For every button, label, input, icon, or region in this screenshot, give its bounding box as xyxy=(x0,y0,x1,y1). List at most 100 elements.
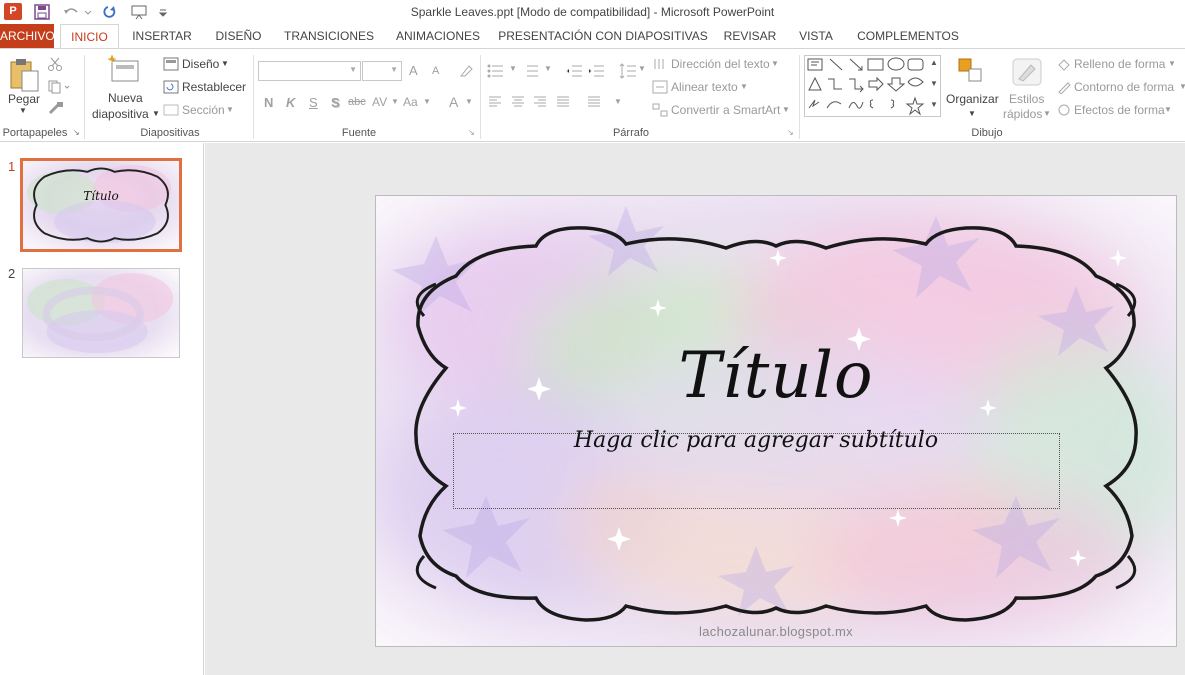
paste-icon[interactable] xyxy=(8,57,40,93)
shapes-scroll-up-icon[interactable]: ▲ xyxy=(930,58,938,67)
character-spacing-button[interactable]: AV xyxy=(372,95,387,109)
paragraph-launcher-icon[interactable]: ↘ xyxy=(787,128,794,137)
columns-dropdown-icon[interactable]: ▼ xyxy=(614,97,622,106)
shape-outline-button[interactable]: Contorno de forma xyxy=(1074,80,1174,94)
font-family-combo[interactable]: ▼ xyxy=(258,61,361,81)
cut-icon[interactable] xyxy=(48,57,62,71)
slide-thumbnail-2[interactable] xyxy=(22,268,180,358)
drawing-group-label: Dibujo xyxy=(971,127,1003,139)
shape-outline-dropdown-icon[interactable]: ▼ xyxy=(1179,82,1185,91)
clipboard-launcher-icon[interactable]: ↘ xyxy=(73,128,80,137)
shapes-scroll-down-icon[interactable]: ▼ xyxy=(930,79,938,88)
shrink-font-icon[interactable]: A xyxy=(432,65,439,77)
paste-dropdown-icon[interactable]: ▼ xyxy=(19,106,27,115)
slide-editing-area: Título Haga clic para agregar subtítulo … xyxy=(205,143,1185,675)
quick-styles-label-2[interactable]: rápidos xyxy=(1003,107,1042,121)
smartart-dropdown-icon[interactable]: ▼ xyxy=(782,105,790,114)
tab-slideshow[interactable]: PRESENTACIÓN CON DIAPOSITIVAS xyxy=(498,24,708,48)
slide-number: 1 xyxy=(8,159,16,174)
shape-fill-dropdown-icon[interactable]: ▼ xyxy=(1168,59,1176,68)
slide-thumbnail-1-art xyxy=(23,161,179,249)
character-spacing-dropdown-icon[interactable]: ▼ xyxy=(391,97,399,106)
new-slide-dropdown-icon[interactable]: ▼ xyxy=(152,109,160,118)
thumbnail-title: Título xyxy=(83,189,119,203)
slide-thumbnail-1[interactable]: Título xyxy=(20,158,182,252)
strikethrough-button[interactable]: abc xyxy=(348,96,366,108)
slide-background-art xyxy=(376,196,1176,646)
shapes-gallery[interactable] xyxy=(804,55,941,117)
shape-outline-icon[interactable] xyxy=(1056,80,1072,94)
align-text-dropdown-icon[interactable]: ▼ xyxy=(740,82,748,91)
arrange-icon[interactable] xyxy=(957,57,987,85)
tab-view[interactable]: VISTA xyxy=(792,24,840,48)
underline-button[interactable]: S xyxy=(309,95,318,110)
arrange-label[interactable]: Organizar xyxy=(946,92,999,106)
reset-button[interactable]: Restablecer xyxy=(182,80,246,94)
align-text-button[interactable]: Alinear texto xyxy=(671,80,738,94)
copy-icon[interactable] xyxy=(48,80,72,94)
text-direction-dropdown-icon[interactable]: ▼ xyxy=(771,59,779,68)
quick-styles-label-1[interactable]: Estilos xyxy=(1009,92,1044,106)
line-spacing-icon[interactable] xyxy=(619,62,637,80)
arrange-dropdown-icon[interactable]: ▼ xyxy=(968,109,976,118)
clear-formatting-icon[interactable] xyxy=(458,63,474,79)
quick-styles-dropdown-icon[interactable]: ▼ xyxy=(1043,109,1051,118)
slide-thumbnail-2-art xyxy=(23,269,179,357)
font-color-dropdown-icon[interactable]: ▼ xyxy=(465,97,473,106)
align-text-icon[interactable] xyxy=(652,80,668,94)
shape-fill-icon[interactable] xyxy=(1056,57,1072,71)
tab-home[interactable]: INICIO xyxy=(60,24,119,49)
tab-animations[interactable]: ANIMACIONES xyxy=(390,24,486,48)
numbering-dropdown-icon[interactable]: ▼ xyxy=(544,64,552,73)
tab-review[interactable]: REVISAR xyxy=(720,24,780,48)
new-slide-label-1[interactable]: Nueva xyxy=(108,91,143,105)
smartart-icon[interactable] xyxy=(652,103,668,117)
window-title: Sparkle Leaves.ppt [Modo de compatibilid… xyxy=(410,5,775,19)
tab-insert[interactable]: INSERTAR xyxy=(128,24,196,48)
section-button[interactable]: Sección xyxy=(182,103,225,117)
shape-fill-button[interactable]: Relleno de forma xyxy=(1074,57,1165,71)
shadow-button[interactable]: S xyxy=(331,95,340,110)
font-size-combo[interactable]: ▼ xyxy=(362,61,402,81)
shapes-more-icon[interactable]: ▼ xyxy=(930,100,938,109)
paragraph-group-label: Párrafo xyxy=(612,127,650,139)
subtitle-placeholder-text[interactable]: Haga clic para agregar subtítulo xyxy=(376,428,1136,453)
convert-smartart-button[interactable]: Convertir a SmartArt xyxy=(671,103,780,117)
shape-effects-dropdown-icon[interactable]: ▼ xyxy=(1164,105,1172,114)
divider xyxy=(253,55,254,139)
slide-number: 2 xyxy=(8,266,16,281)
font-group-label: Fuente xyxy=(341,127,377,139)
slide-title[interactable]: Título xyxy=(376,339,1176,413)
new-slide-label-2[interactable]: diapositiva xyxy=(92,107,149,121)
tab-transitions[interactable]: TRANSICIONES xyxy=(280,24,378,48)
bullets-dropdown-icon[interactable]: ▼ xyxy=(509,64,517,73)
tab-design[interactable]: DISEÑO xyxy=(210,24,267,48)
line-spacing-dropdown-icon[interactable]: ▼ xyxy=(638,64,646,73)
italic-button[interactable]: K xyxy=(286,95,295,110)
slides-thumbnail-pane: 1 Título 2 xyxy=(0,143,204,675)
font-launcher-icon[interactable]: ↘ xyxy=(468,128,475,137)
paste-label[interactable]: Pegar xyxy=(8,92,40,106)
quick-styles-icon[interactable] xyxy=(1011,57,1043,87)
section-dropdown-icon[interactable]: ▼ xyxy=(226,105,234,114)
font-color-button[interactable]: A xyxy=(449,94,458,110)
tab-addins[interactable]: COMPLEMENTOS xyxy=(852,24,964,48)
title-bar: P Sparkle Leaves.ppt [Modo de compatibil… xyxy=(0,0,1185,24)
text-direction-button[interactable]: Dirección del texto xyxy=(671,57,770,71)
section-icon[interactable] xyxy=(163,103,179,117)
slide-canvas[interactable]: Título Haga clic para agregar subtítulo … xyxy=(375,195,1177,647)
format-painter-icon[interactable] xyxy=(48,101,64,115)
shape-effects-icon[interactable] xyxy=(1056,103,1072,117)
new-slide-icon[interactable] xyxy=(108,55,142,85)
reset-icon[interactable] xyxy=(163,80,179,94)
change-case-button[interactable]: Aa xyxy=(403,95,418,109)
change-case-dropdown-icon[interactable]: ▼ xyxy=(423,97,431,106)
bold-button[interactable]: N xyxy=(264,95,273,110)
layout-dropdown-icon[interactable]: ▼ xyxy=(221,59,229,68)
shape-effects-button[interactable]: Efectos de forma xyxy=(1074,103,1165,117)
layout-button[interactable]: Diseño xyxy=(182,57,219,71)
grow-font-icon[interactable]: A xyxy=(409,63,418,78)
text-direction-icon[interactable] xyxy=(652,57,668,71)
tab-file[interactable]: ARCHIVO xyxy=(0,24,55,48)
layout-icon[interactable] xyxy=(163,57,179,71)
